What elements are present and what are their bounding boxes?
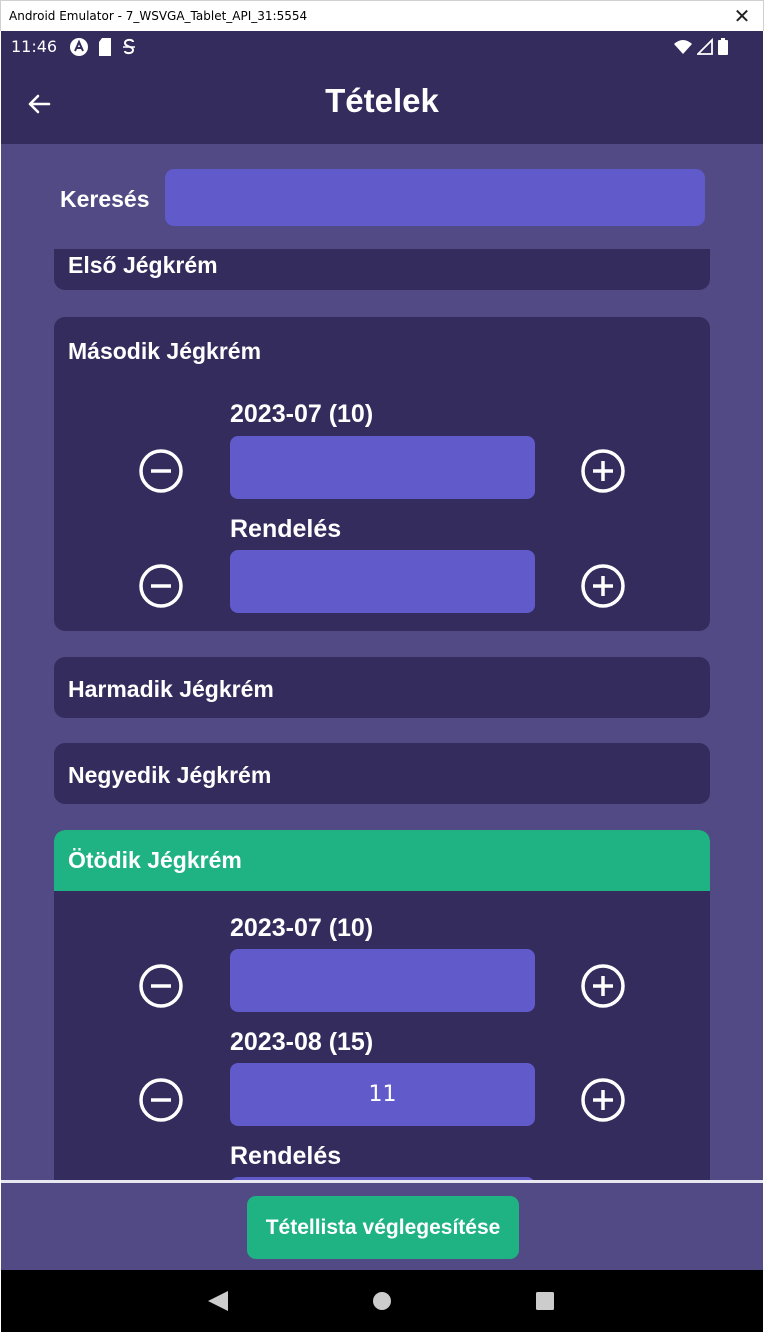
quantity-input[interactable]: 11 <box>230 1063 535 1126</box>
order-label: Rendelés <box>230 1142 342 1170</box>
item-name: Első Jégkrém <box>68 252 218 278</box>
a-icon <box>70 38 88 56</box>
window-titlebar: Android Emulator - 7_WSVGA_Tablet_API_31… <box>0 0 764 31</box>
nav-recents-icon[interactable] <box>534 1290 556 1312</box>
item-header[interactable]: Ötödik Jégkrém <box>54 830 710 891</box>
item-card[interactable]: Első Jégkrém <box>54 249 710 290</box>
wifi-icon <box>674 40 692 54</box>
plus-circle-icon[interactable] <box>579 447 627 495</box>
status-bar: 11:46 <box>1 31 763 64</box>
search-label: Keresés <box>60 186 150 212</box>
page-title: Tételek <box>325 82 439 119</box>
plus-circle-icon[interactable] <box>579 962 627 1010</box>
item-card-selected[interactable]: Ötödik Jégkrém 2023-07 (10) 2023-08 (15)… <box>54 830 710 1181</box>
status-time: 11:46 <box>11 37 58 56</box>
order-quantity-input[interactable] <box>230 550 535 613</box>
plus-circle-icon[interactable] <box>579 562 627 610</box>
item-card[interactable]: Harmadik Jégkrém <box>54 657 710 718</box>
batch-label: 2023-07 (10) <box>230 914 374 942</box>
window-close-button[interactable]: ✕ <box>727 1 757 32</box>
minus-circle-icon[interactable] <box>137 962 185 1010</box>
signal-icon <box>697 37 713 55</box>
quantity-input[interactable] <box>230 949 535 1012</box>
order-label: Rendelés <box>230 515 342 543</box>
footer-divider <box>1 1180 763 1183</box>
minus-circle-icon[interactable] <box>137 562 185 610</box>
finalize-button[interactable]: Tétellista véglegesítése <box>247 1196 519 1259</box>
search-input[interactable] <box>165 169 705 226</box>
item-name: Negyedik Jégkrém <box>68 762 272 788</box>
battery-icon <box>718 38 728 55</box>
item-card[interactable]: Negyedik Jégkrém <box>54 743 710 804</box>
minus-circle-icon[interactable] <box>137 447 185 495</box>
batch-label: 2023-08 (15) <box>230 1028 374 1056</box>
window-title: Android Emulator - 7_WSVGA_Tablet_API_31… <box>9 9 308 23</box>
item-name: Harmadik Jégkrém <box>68 676 274 702</box>
item-list[interactable]: Első Jégkrém Második Jégkrém 2023-07 (10… <box>54 249 710 1181</box>
content-area: Keresés Első Jégkrém Második Jégkrém 202… <box>1 144 763 1270</box>
quantity-input[interactable] <box>230 436 535 499</box>
minus-circle-icon[interactable] <box>137 1076 185 1124</box>
nav-back-icon[interactable] <box>206 1290 230 1312</box>
app-bar: Tételek <box>1 64 763 144</box>
system-nav-bar <box>1 1270 763 1332</box>
plus-circle-icon[interactable] <box>579 1076 627 1124</box>
item-card[interactable]: Második Jégkrém 2023-07 (10) Rendelés <box>54 317 710 631</box>
sd-card-icon <box>99 38 111 56</box>
batch-label: 2023-07 (10) <box>230 400 374 428</box>
item-name: Ötödik Jégkrém <box>68 847 242 873</box>
s-icon <box>123 38 135 55</box>
nav-home-icon[interactable] <box>371 1290 393 1312</box>
item-name: Második Jégkrém <box>68 338 262 364</box>
